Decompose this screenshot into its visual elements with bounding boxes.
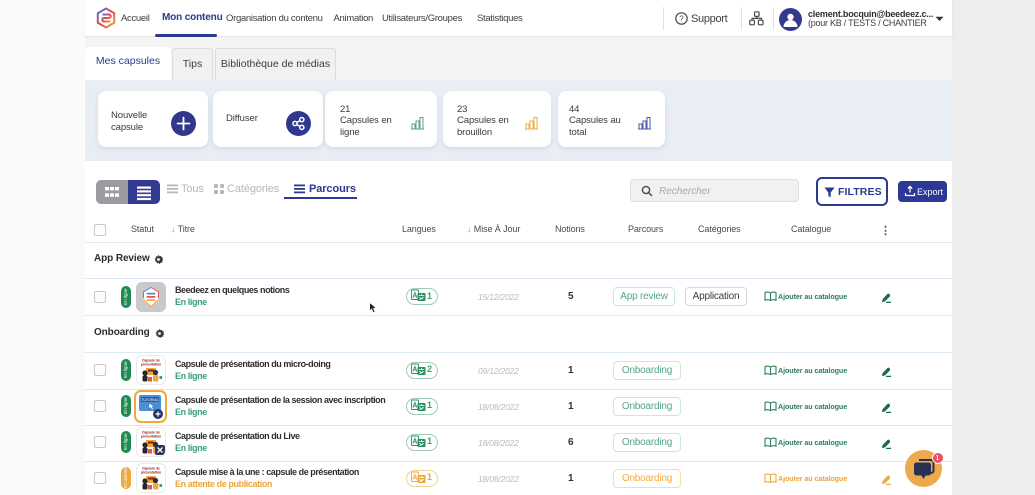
svg-text:TUTORIAL: TUTORIAL bbox=[141, 398, 159, 402]
svg-text:?: ? bbox=[679, 14, 684, 23]
svg-text:présentation: présentation bbox=[140, 363, 160, 367]
svg-text:présentation: présentation bbox=[140, 435, 160, 439]
svg-text:présentation: présentation bbox=[140, 471, 160, 475]
